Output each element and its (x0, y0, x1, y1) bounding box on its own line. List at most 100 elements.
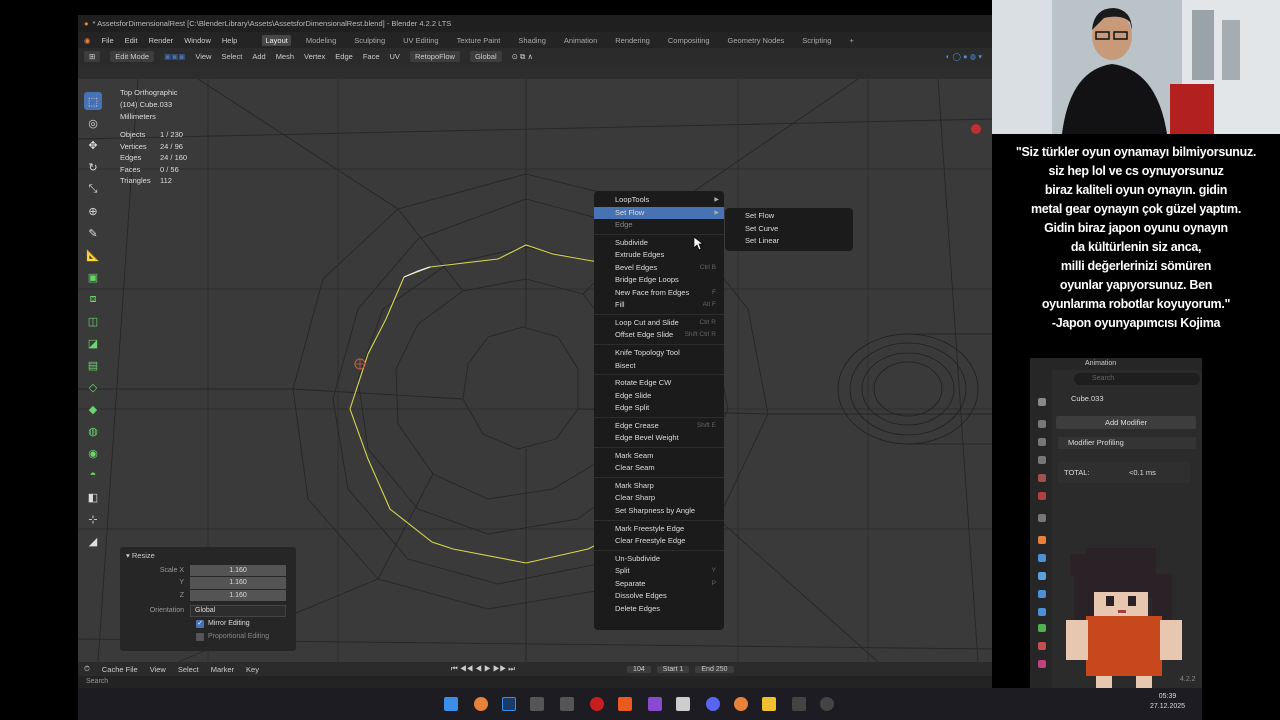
editor-type-icon[interactable]: ⊞ (84, 51, 101, 62)
add-workspace-icon[interactable]: + (846, 35, 856, 46)
header-select[interactable]: Select (221, 52, 242, 61)
tab-geometry-nodes[interactable]: Geometry Nodes (725, 35, 788, 46)
measure-tool-icon[interactable]: 📐 (84, 246, 102, 264)
scale-z-field[interactable]: 1.160 (190, 589, 286, 601)
retopoflow-button[interactable]: RetopoFlow (409, 51, 460, 62)
properties-search[interactable]: Search (1074, 373, 1200, 385)
playback-controls-icon[interactable]: ⏮ ◀◀ ◀ ▶ ▶▶ ⏭ (451, 664, 515, 674)
knife-tool-icon[interactable]: ◇ (84, 378, 102, 396)
tab-modeling[interactable]: Modeling (303, 35, 339, 46)
menu-edit[interactable]: Edit (125, 36, 138, 45)
inset-tool-icon[interactable]: ◫ (84, 312, 102, 330)
physics-tab-icon[interactable] (1038, 590, 1046, 598)
current-frame-field[interactable]: 104 (627, 665, 651, 673)
app-taskbar-icon[interactable] (648, 697, 662, 711)
smooth-tool-icon[interactable]: ◉ (84, 444, 102, 462)
blender-taskbar-icon[interactable] (734, 697, 748, 711)
blender-taskbar-icon[interactable] (474, 697, 488, 711)
header-mesh[interactable]: Mesh (276, 52, 294, 61)
header-uv[interactable]: UV (390, 52, 400, 61)
menu-item-set-curve[interactable]: Set Curve (725, 223, 853, 236)
edge-slide-tool-icon[interactable]: ◓ (84, 466, 102, 484)
bevel-tool-icon[interactable]: ◪ (84, 334, 102, 352)
output-tab-icon[interactable] (1038, 438, 1046, 446)
scale-y-field[interactable]: 1.160 (190, 577, 286, 589)
header-edge[interactable]: Edge (335, 52, 353, 61)
tool-tab-icon[interactable] (1038, 398, 1046, 406)
menu-item-set-flow[interactable]: Set Flow (725, 210, 853, 223)
timeline-marker[interactable]: Marker (211, 665, 234, 674)
photoshop-taskbar-icon[interactable] (502, 697, 516, 711)
menu-item-clear-sharp[interactable]: Clear Sharp (594, 492, 724, 505)
data-tab-icon[interactable] (1038, 624, 1046, 632)
select-mode-icons[interactable]: ▣▣▣ (164, 52, 185, 61)
proportional-editing-checkbox[interactable]: Proportional Editing (120, 630, 296, 643)
windows-start-icon[interactable] (444, 697, 458, 711)
header-view[interactable]: View (195, 52, 211, 61)
menu-item-edge-bevel-weight[interactable]: Edge Bevel Weight (594, 432, 724, 445)
tab-layout[interactable]: Layout (262, 34, 291, 46)
extrude-tool-icon[interactable]: ⧈ (84, 290, 102, 308)
app-taskbar-icon[interactable] (676, 697, 690, 711)
menu-item-clear-freestyle-edge[interactable]: Clear Freestyle Edge (594, 535, 724, 548)
collection-tab-icon[interactable] (1038, 514, 1046, 522)
orientation-dropdown[interactable]: Global (190, 605, 286, 617)
select-box-tool-icon[interactable]: ⬚ (84, 92, 102, 110)
view-layer-tab-icon[interactable] (1038, 456, 1046, 464)
modifier-tab-icon[interactable] (1038, 554, 1046, 562)
menu-item-separate[interactable]: Separate P (594, 578, 724, 591)
brave-taskbar-icon[interactable] (618, 697, 632, 711)
menu-item-edge-slide[interactable]: Edge Slide (594, 390, 724, 403)
menu-item-bevel-edges[interactable]: Bevel Edges Ctrl B (594, 262, 724, 275)
cache-file-menu[interactable]: Cache File (102, 665, 138, 674)
add-cube-tool-icon[interactable]: ▣ (84, 268, 102, 286)
mirror-editing-checkbox[interactable]: ✓ Mirror Editing (120, 617, 296, 630)
annotate-tool-icon[interactable]: ✎ (84, 224, 102, 242)
scale-x-field[interactable]: 1.160 (190, 564, 286, 576)
menu-item-split[interactable]: Split Y (594, 565, 724, 578)
start-frame-field[interactable]: Start 1 (656, 665, 690, 673)
menu-window[interactable]: Window (184, 36, 211, 45)
world-tab-icon[interactable] (1038, 492, 1046, 500)
menu-item-looptools[interactable]: LoopTools ▶ (594, 194, 724, 207)
opera-taskbar-icon[interactable] (590, 697, 604, 711)
shear-tool-icon[interactable]: ⊹ (84, 510, 102, 528)
menu-item-clear-seam[interactable]: Clear Seam (594, 462, 724, 475)
header-vertex[interactable]: Vertex (304, 52, 325, 61)
menu-item-set-linear[interactable]: Set Linear (725, 235, 853, 248)
timeline-select[interactable]: Select (178, 665, 199, 674)
menu-item-mark-sharp[interactable]: Mark Sharp (594, 480, 724, 493)
menu-item-bisect[interactable]: Bisect (594, 360, 724, 373)
tab-sculpting[interactable]: Sculpting (351, 35, 388, 46)
material-tab-icon[interactable] (1038, 642, 1046, 650)
file-explorer-taskbar-icon[interactable] (762, 697, 776, 711)
tab-compositing[interactable]: Compositing (665, 35, 713, 46)
tab-shading[interactable]: Shading (515, 35, 549, 46)
animation-label[interactable]: Animation (1085, 360, 1116, 367)
menu-item-un-subdivide[interactable]: Un-Subdivide (594, 553, 724, 566)
system-clock[interactable]: 05:39 27.12.2025 (1150, 692, 1185, 712)
add-modifier-button[interactable]: Add Modifier (1056, 416, 1196, 429)
menu-item-loop-cut-and-slide[interactable]: Loop Cut and Slide Ctrl R (594, 317, 724, 330)
menu-item-subdivide[interactable]: Subdivide (594, 237, 724, 250)
rip-tool-icon[interactable]: ◢ (84, 532, 102, 550)
transform-tool-icon[interactable]: ⊕ (84, 202, 102, 220)
orientation-select[interactable]: Global (469, 51, 502, 62)
menu-item-delete-edges[interactable]: Delete Edges (594, 603, 724, 616)
menu-item-knife-topology-tool[interactable]: Knife Topology Tool (594, 347, 724, 360)
rotate-tool-icon[interactable]: ↻ (84, 158, 102, 176)
menu-item-mark-seam[interactable]: Mark Seam (594, 450, 724, 463)
menu-help[interactable]: Help (222, 36, 237, 45)
header-face[interactable]: Face (363, 52, 380, 61)
move-tool-icon[interactable]: ✥ (84, 136, 102, 154)
cursor-tool-icon[interactable]: ◎ (84, 114, 102, 132)
menu-item-edge-split[interactable]: Edge Split (594, 402, 724, 415)
viewport-shading-icons[interactable]: ◐ ◯ ● ◍ ▾ (946, 52, 982, 61)
3d-viewport[interactable]: ⬚ ◎ ✥ ↻ ⤡ ⊕ ✎ 📐 ▣ ⧈ ◫ ◪ ▤ ◇ ◆ ◍ ◉ ◓ ◧ ⊹ … (78, 79, 992, 662)
modifier-profiling-panel[interactable]: Modifier Profiling (1058, 437, 1196, 449)
texture-tab-icon[interactable] (1038, 660, 1046, 668)
constraints-tab-icon[interactable] (1038, 608, 1046, 616)
tab-scripting[interactable]: Scripting (799, 35, 834, 46)
scale-tool-icon[interactable]: ⤡ (84, 180, 102, 198)
app-taskbar-icon[interactable] (820, 697, 834, 711)
